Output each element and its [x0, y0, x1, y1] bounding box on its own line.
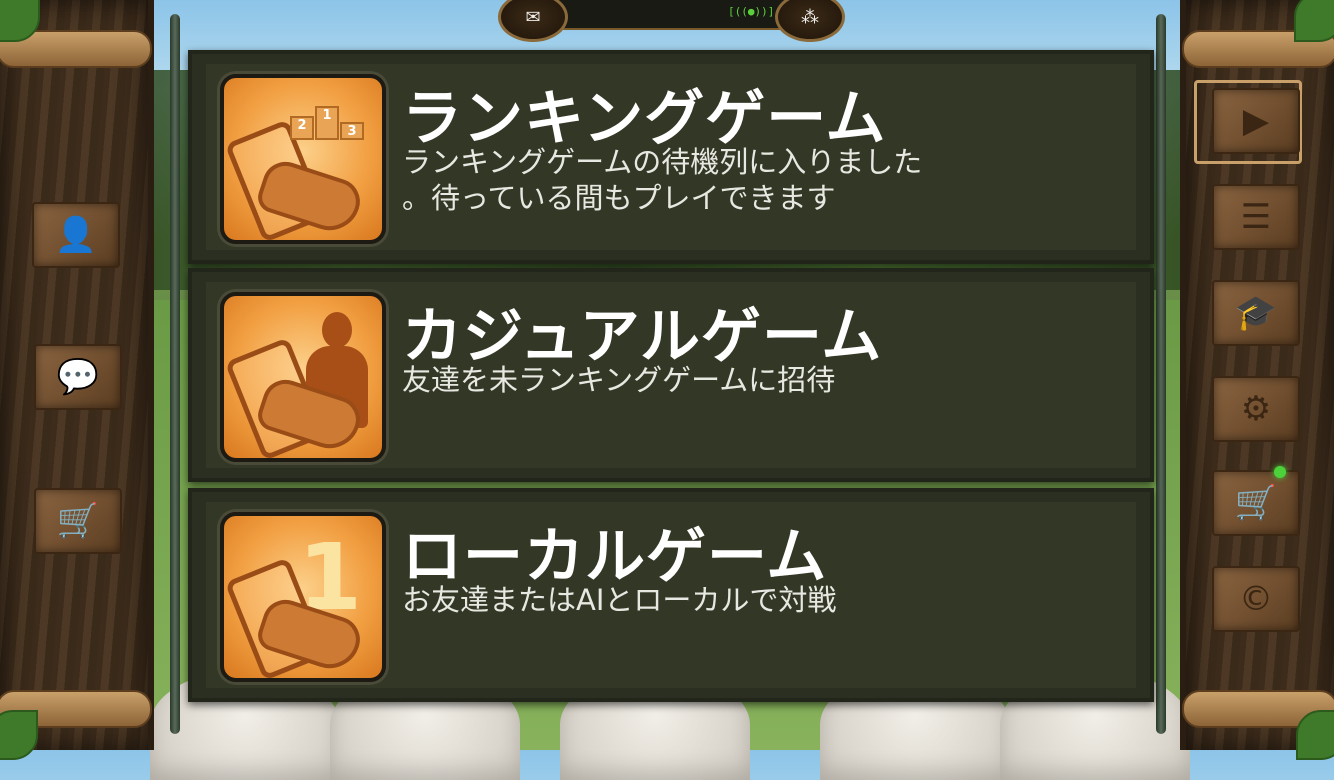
frame-pole — [1156, 14, 1166, 734]
shop-button[interactable]: 🛒 — [34, 488, 122, 554]
local-game-option[interactable]: 1 ローカルゲーム お友達またはAIとローカルで対戦 — [188, 488, 1154, 702]
profile-button[interactable]: 👤 — [32, 202, 120, 268]
podium-first: 1 — [315, 106, 339, 140]
frame-pole — [170, 14, 180, 734]
graduation-cap-icon: 🎓 — [1234, 293, 1278, 333]
list-button[interactable]: ☰ — [1212, 184, 1300, 250]
casual-friend-icon — [220, 292, 386, 462]
tutorial-button[interactable]: 🎓 — [1212, 280, 1300, 346]
network-icon: ⁂ — [801, 6, 819, 28]
person-icon: 👤 — [54, 215, 98, 255]
mode-description: 。待っている間もプレイできます — [402, 181, 836, 215]
cart-icon: 🛒 — [56, 501, 100, 541]
play-icon: ▶ — [1242, 101, 1270, 141]
ranking-podium-icon: 2 1 3 — [220, 74, 386, 244]
leaf-decoration — [0, 710, 38, 760]
leaf-decoration — [1294, 0, 1334, 42]
casual-game-option[interactable]: カジュアルゲーム 友達を未ランキングゲームに招待 — [188, 268, 1154, 482]
mode-description: お友達またはAIとローカルで対戦 — [402, 583, 837, 617]
gear-icon: ⚙ — [1240, 389, 1272, 429]
credits-button[interactable]: © — [1212, 566, 1300, 632]
podium-third: 3 — [340, 122, 364, 140]
envelope-icon: ✉ — [525, 6, 541, 28]
podium: 2 1 3 — [290, 106, 364, 140]
cart-icon: 🛒 — [1234, 483, 1278, 523]
mail-button[interactable]: ✉ — [498, 0, 568, 42]
copyright-icon: © — [1239, 579, 1273, 619]
mode-description: ランキングゲームの待機列に入りました — [402, 145, 923, 179]
podium-second: 2 — [290, 116, 314, 140]
leaf-decoration — [1296, 710, 1334, 760]
speech-bubble-icon: 💬 — [56, 357, 100, 397]
settings-button[interactable]: ⚙ — [1212, 376, 1300, 442]
left-side-panel: 👤 💬 🛒 — [0, 0, 154, 760]
list-icon: ☰ — [1240, 197, 1272, 237]
mode-description: 友達を未ランキングゲームに招待 — [402, 363, 836, 397]
local-game-icon: 1 — [220, 512, 386, 682]
ranking-game-option[interactable]: 2 1 3 ランキングゲーム ランキングゲームの待機列に入りました 。待っている… — [188, 50, 1154, 264]
play-button[interactable]: ▶ — [1212, 88, 1300, 154]
store-button[interactable]: 🛒 — [1212, 470, 1300, 536]
network-button[interactable]: ⁂ — [775, 0, 845, 42]
signal-indicator: [((●))] — [728, 5, 775, 18]
top-status-bar: ✉ [((●))] ⁂ — [470, 0, 865, 42]
right-side-panel: ▶ ☰ 🎓 ⚙ 🛒 © — [1180, 0, 1334, 760]
notification-dot — [1274, 466, 1286, 478]
chat-button[interactable]: 💬 — [34, 344, 122, 410]
